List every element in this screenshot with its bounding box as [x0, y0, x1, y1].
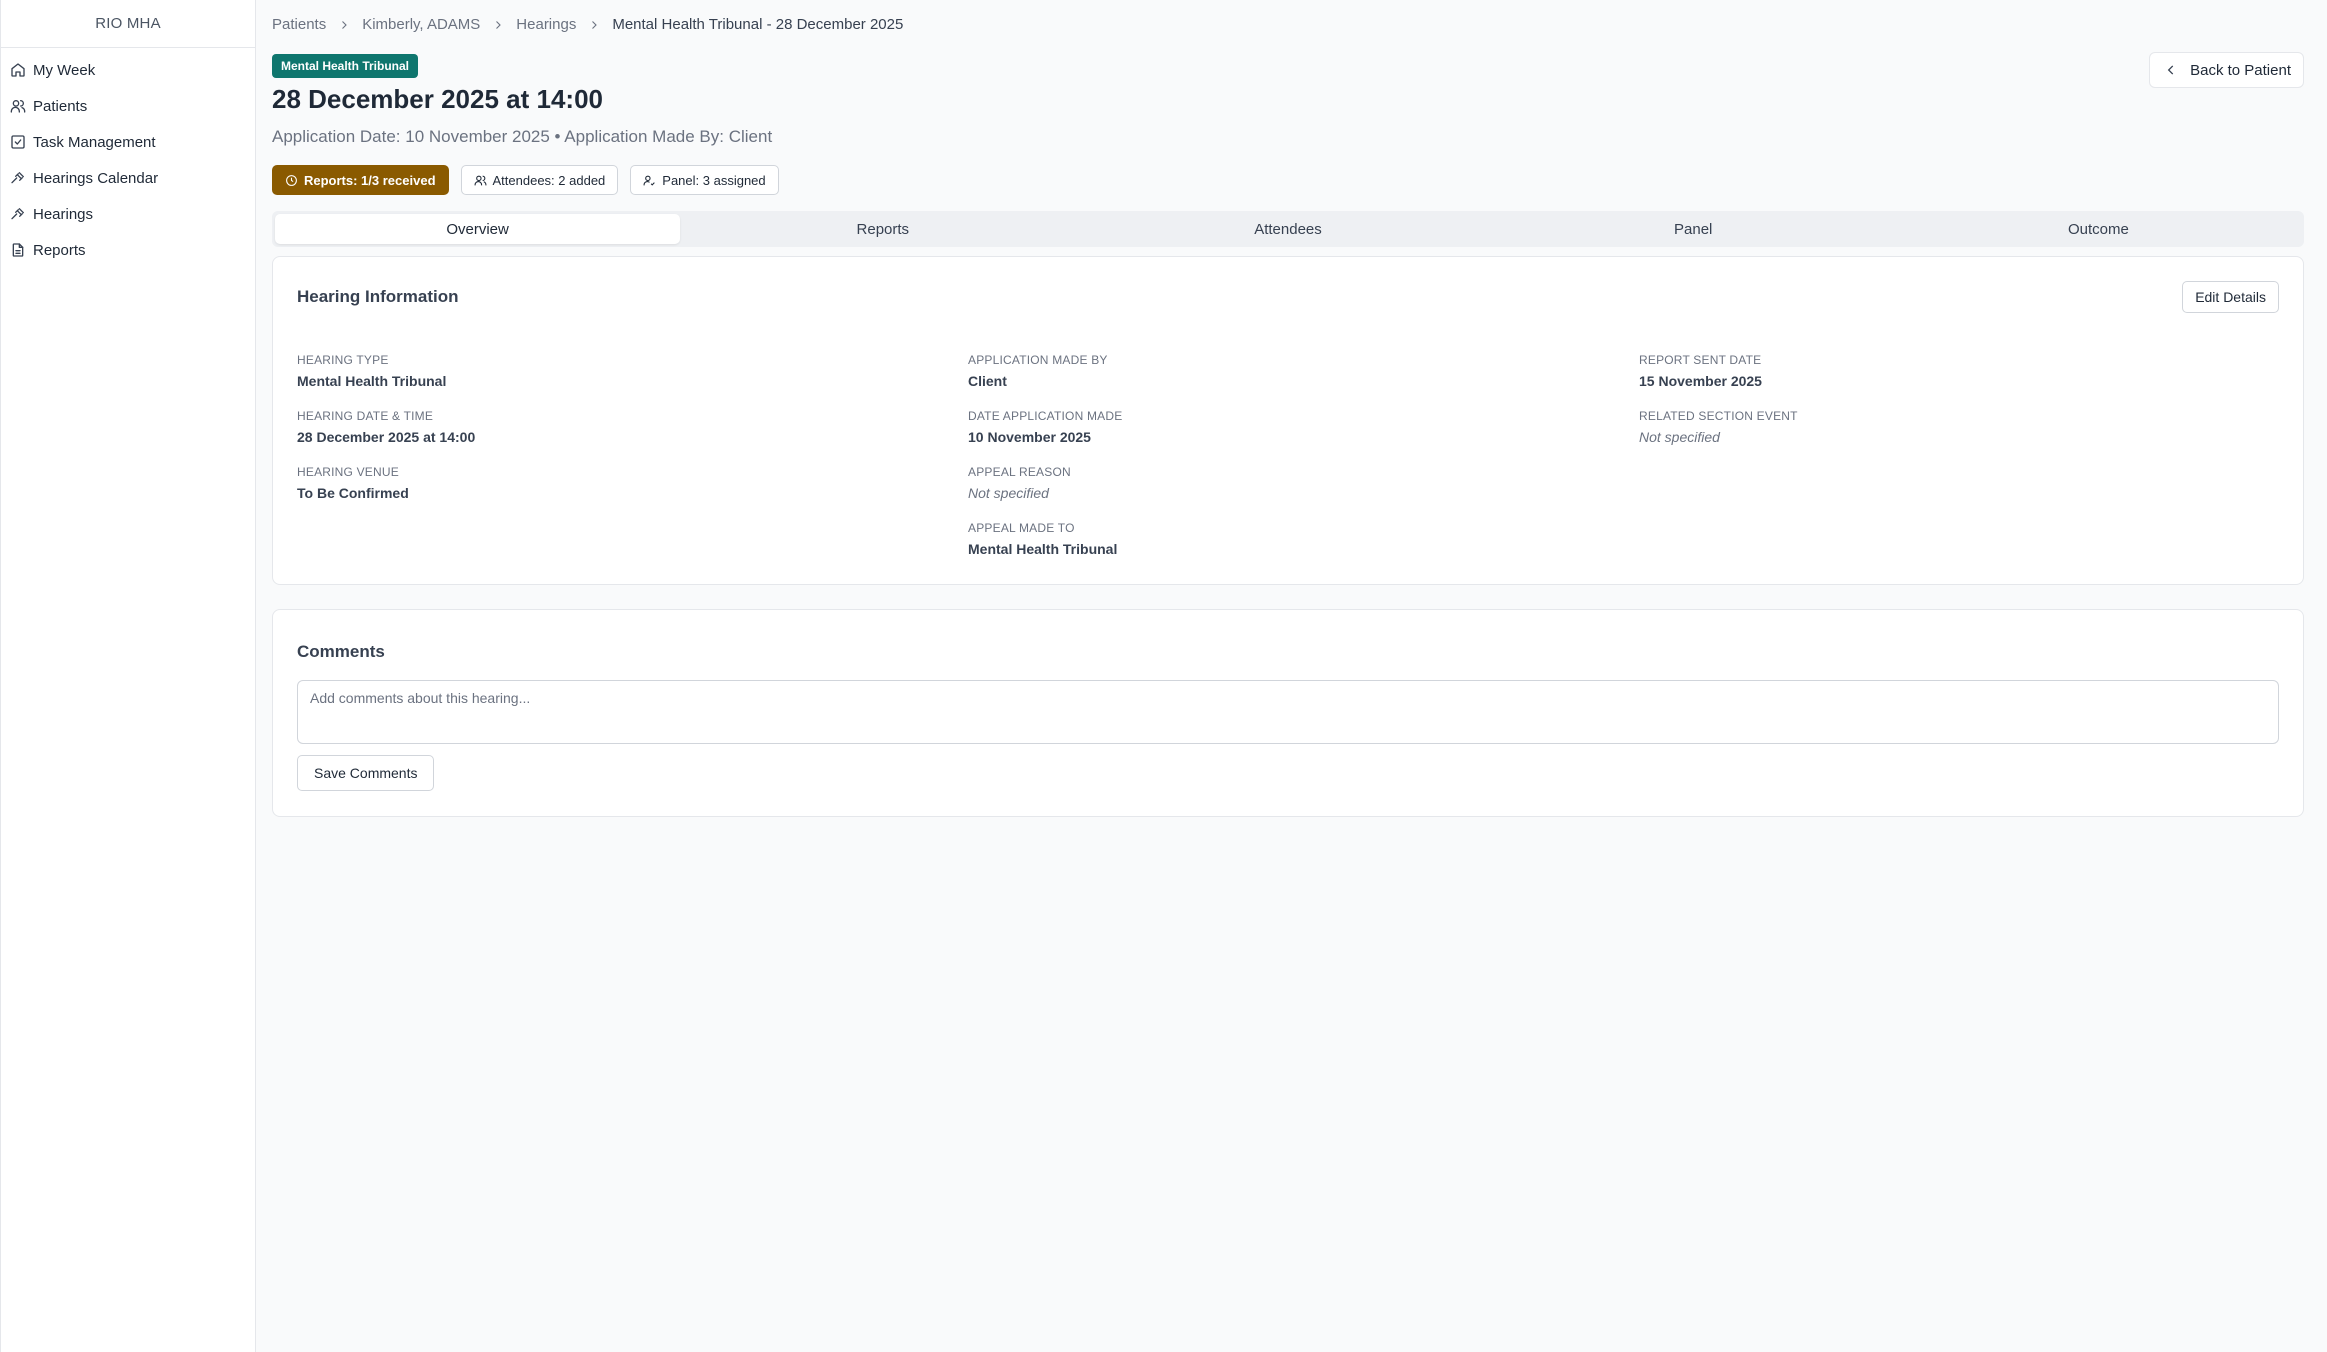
field-value: 10 November 2025: [968, 429, 1091, 445]
tab-outcome[interactable]: Outcome: [1896, 214, 2301, 244]
page-subtitle: Application Date: 10 November 2025 • App…: [272, 127, 773, 146]
field-value: Mental Health Tribunal: [968, 541, 1118, 557]
info-column-3: Report Sent Date 15 November 2025 Relate…: [1639, 353, 1798, 465]
field-label: Application Made By: [968, 353, 1108, 367]
app-title: RIO MHA: [1, 0, 255, 48]
back-to-patient-button[interactable]: Back to Patient: [2149, 52, 2304, 88]
sidebar-item-hearings[interactable]: Hearings: [1, 196, 255, 232]
field-label: Date Application Made: [968, 409, 1123, 423]
save-comments-button[interactable]: Save Comments: [297, 755, 435, 791]
application-made-by-field: Application Made By Client: [968, 353, 1122, 409]
sidebar-nav: My Week Patients Task Management Hearing…: [1, 48, 255, 268]
info-column-2: Application Made By Client Date Applicat…: [968, 353, 1122, 577]
field-value: 28 December 2025 at 14:00: [297, 429, 476, 445]
info-column-1: Hearing Type Mental Health Tribunal Hear…: [297, 353, 475, 521]
sidebar-item-label: Task Management: [33, 133, 156, 151]
main-content: Patients Kimberly, ADAMS Hearings Mental…: [272, 0, 2304, 1352]
hearing-datetime-field: Hearing Date & Time 28 December 2025 at …: [297, 409, 475, 465]
users-icon: [474, 175, 486, 185]
tab-attendees[interactable]: Attendees: [1085, 214, 1490, 244]
tab-overview[interactable]: Overview: [275, 214, 681, 244]
reports-status-label: Reports: 1/3 received: [304, 172, 436, 188]
field-value: To Be Confirmed: [297, 485, 409, 501]
sidebar-item-label: Patients: [33, 97, 88, 115]
field-value: Client: [968, 373, 1007, 389]
user-check-icon: [643, 175, 656, 186]
breadcrumb: Patients Kimberly, ADAMS Hearings Mental…: [272, 16, 903, 33]
field-label: Hearing Type: [297, 353, 389, 367]
breadcrumb-patients[interactable]: Patients: [272, 16, 326, 33]
field-label: Report Sent Date: [1639, 353, 1762, 367]
chevron-left-icon: [2167, 65, 2174, 75]
breadcrumb-hearings[interactable]: Hearings: [516, 16, 576, 33]
field-label: Related Section Event: [1639, 409, 1798, 423]
comments-title: Comments: [297, 642, 385, 661]
document-icon: [12, 243, 24, 257]
hearing-type-badge: Mental Health Tribunal: [272, 54, 419, 78]
field-label: Hearing Venue: [297, 465, 399, 479]
related-section-event-field: Related Section Event Not specified: [1639, 409, 1798, 465]
page-title: 28 December 2025 at 14:00: [272, 84, 604, 114]
hearing-venue-field: Hearing Venue To Be Confirmed: [297, 465, 475, 521]
panel-status-label: Panel: 3 assigned: [662, 172, 766, 188]
sidebar-item-hearings-calendar[interactable]: Hearings Calendar: [1, 160, 255, 196]
sidebar-item-task-management[interactable]: Task Management: [1, 124, 255, 160]
attendees-status-badge[interactable]: Attendees: 2 added: [460, 165, 619, 195]
sidebar: RIO MHA My Week Patients Task Management…: [0, 0, 256, 1352]
report-sent-date-field: Report Sent Date 15 November 2025: [1639, 353, 1798, 409]
appeal-made-to-field: Appeal Made To Mental Health Tribunal: [968, 521, 1122, 577]
users-icon: [10, 100, 26, 113]
gavel-icon: [11, 208, 24, 220]
clock-icon: [286, 174, 297, 186]
field-label: Hearing Date & Time: [297, 409, 434, 423]
breadcrumb-patient[interactable]: Kimberly, ADAMS: [362, 16, 480, 33]
tab-reports[interactable]: Reports: [680, 214, 1085, 244]
sidebar-item-my-week[interactable]: My Week: [1, 52, 255, 88]
appeal-reason-field: Appeal Reason Not specified: [968, 465, 1122, 521]
comments-card: Comments Save Comments: [272, 609, 2304, 817]
breadcrumb-current: Mental Health Tribunal - 28 December 202…: [612, 16, 904, 33]
field-value: Not specified: [968, 485, 1049, 501]
home-icon: [11, 63, 25, 77]
attendees-status-label: Attendees: 2 added: [492, 172, 606, 188]
hearing-tabs: Overview Reports Attendees Panel Outcome: [272, 211, 2304, 247]
field-label: Appeal Made To: [968, 521, 1075, 535]
chevron-right-icon: [492, 19, 504, 31]
status-chips: Reports: 1/3 received Attendees: 2 added…: [272, 165, 779, 195]
field-value: Mental Health Tribunal: [297, 373, 447, 389]
hearing-information-title: Hearing Information: [297, 287, 459, 306]
edit-details-button[interactable]: Edit Details: [2182, 281, 2279, 313]
tab-panel[interactable]: Panel: [1491, 214, 1896, 244]
sidebar-item-label: My Week: [33, 61, 96, 79]
sidebar-item-label: Reports: [33, 241, 86, 259]
comments-input[interactable]: [297, 680, 2279, 744]
hearing-information-card: Hearing Information Edit Details Hearing…: [272, 256, 2304, 585]
hearing-type-field: Hearing Type Mental Health Tribunal: [297, 353, 475, 409]
chevron-right-icon: [588, 19, 600, 31]
field-value: 15 November 2025: [1639, 373, 1762, 389]
field-label: Appeal Reason: [968, 465, 1071, 479]
sidebar-item-label: Hearings: [33, 205, 94, 223]
sidebar-item-patients[interactable]: Patients: [1, 88, 255, 124]
date-application-made-field: Date Application Made 10 November 2025: [968, 409, 1122, 465]
reports-status-badge[interactable]: Reports: 1/3 received: [272, 165, 449, 195]
panel-status-badge[interactable]: Panel: 3 assigned: [630, 165, 779, 195]
chevron-right-icon: [338, 19, 350, 31]
field-value: Not specified: [1639, 429, 1720, 445]
gavel-icon: [11, 172, 24, 184]
sidebar-item-reports[interactable]: Reports: [1, 232, 255, 268]
sidebar-item-label: Hearings Calendar: [33, 169, 159, 187]
checkbox-icon: [11, 135, 25, 149]
back-button-label: Back to Patient: [2190, 61, 2291, 79]
